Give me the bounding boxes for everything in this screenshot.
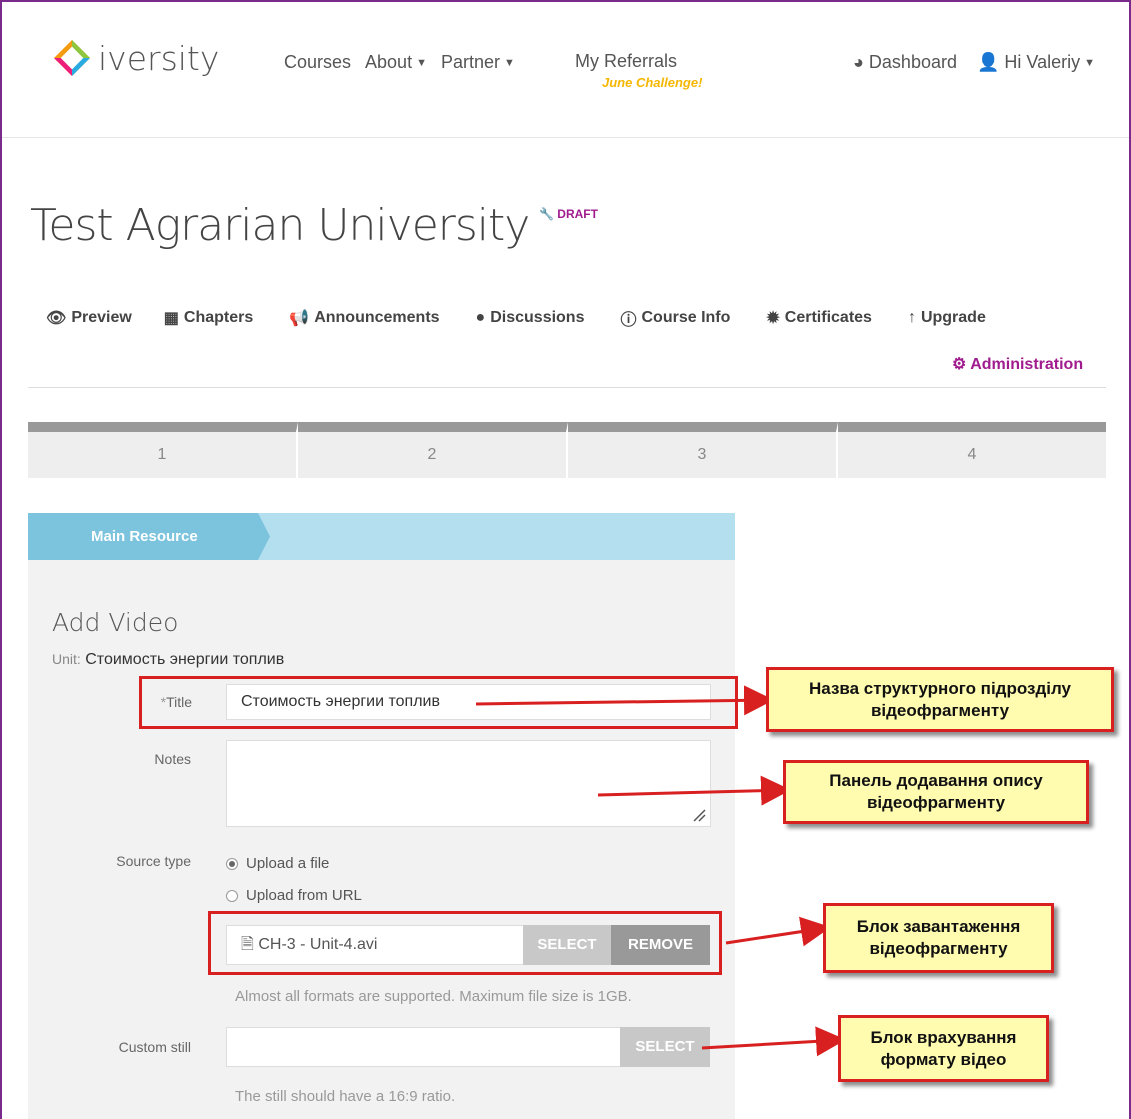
callout-upload-line1: Блок завантаження [856, 917, 1021, 936]
callout-upload-line2: відеофрагменту [869, 939, 1008, 958]
arrow-upload [725, 916, 831, 947]
arrow-still [701, 1026, 846, 1057]
callout-notes: Панель додавання опису відеофрагменту [783, 760, 1089, 824]
callout-notes-line1: Панель додавання опису [829, 771, 1043, 790]
callout-still-line1: Блок врахування [870, 1027, 1017, 1047]
callout-title: Назва структурного підрозділу відеофрагме… [766, 667, 1114, 732]
arrow-title [475, 685, 774, 716]
callout-notes-line2: відеофрагменту [866, 793, 1006, 812]
callout-title-line1: Назва структурного підрозділу [809, 678, 1071, 698]
callout-still-line2: формату відео [880, 1049, 1007, 1069]
callout-title-line2: відеофрагменту [870, 700, 1010, 720]
callout-upload: Блок завантаження відеофрагменту [823, 903, 1054, 973]
arrow-notes [597, 775, 791, 806]
callout-still: Блок врахування формату відео [838, 1015, 1049, 1082]
